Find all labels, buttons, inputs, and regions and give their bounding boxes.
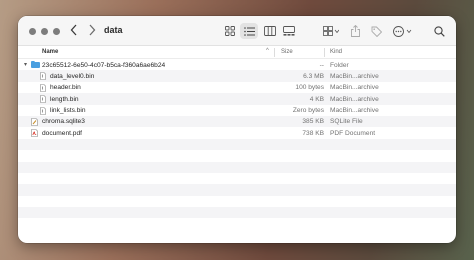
empty-row: [18, 161, 456, 173]
file-size: 385 KB: [302, 118, 324, 126]
file-kind: MacBin...archive: [330, 95, 379, 103]
file-row[interactable]: link_lists.bin Zero bytes MacBin...archi…: [18, 105, 456, 116]
empty-row: [18, 173, 456, 184]
empty-row: [18, 196, 456, 207]
file-row[interactable]: data_level0.bin 6.3 MB MacBin...archive: [18, 70, 456, 82]
file-name: 23c65512-6e50-4c07-b5ca-f360a6ae6b24: [42, 61, 166, 69]
search-icon[interactable]: [433, 23, 445, 39]
file-name: data_level0.bin: [50, 72, 95, 80]
column-header: Name ^ Size Kind: [18, 46, 456, 59]
empty-row: [18, 218, 456, 229]
tag-icon[interactable]: [370, 23, 382, 39]
column-view-icon[interactable]: [263, 23, 277, 39]
file-row[interactable]: ▾ 23c65512-6e50-4c07-b5ca-f360a6ae6b24 -…: [18, 59, 456, 70]
file-size: Zero bytes: [292, 107, 324, 115]
file-kind: PDF Document: [330, 129, 376, 137]
column-divider[interactable]: [274, 48, 275, 57]
share-icon[interactable]: [349, 23, 361, 39]
folder-icon: [31, 61, 40, 70]
file-name: link_lists.bin: [50, 107, 86, 115]
column-kind-header[interactable]: Kind: [330, 49, 342, 55]
file-kind: MacBin...archive: [330, 84, 379, 92]
toolbar: data: [18, 16, 456, 46]
gallery-view-icon[interactable]: [282, 23, 296, 39]
file-row[interactable]: chroma.sqlite3 385 KB SQLite File: [18, 115, 456, 128]
chevron-right-icon[interactable]: [88, 24, 96, 39]
file-kind: SQLite File: [330, 118, 363, 126]
column-name-header[interactable]: Name: [42, 49, 58, 55]
chevron-left-icon[interactable]: [70, 24, 78, 39]
file-name: header.bin: [50, 84, 81, 92]
file-kind: Folder: [330, 61, 349, 69]
empty-row: [18, 207, 456, 219]
file-list: ▾ 23c65512-6e50-4c07-b5ca-f360a6ae6b24 -…: [18, 59, 456, 230]
minimize-window-button[interactable]: [41, 28, 48, 35]
file-kind: MacBin...archive: [330, 107, 379, 115]
file-name: chroma.sqlite3: [42, 118, 85, 126]
icon-view-icon[interactable]: [223, 23, 237, 39]
empty-row: [18, 184, 456, 196]
sort-caret-icon: ^: [266, 48, 269, 54]
empty-row: [18, 138, 456, 151]
disclosure-open-icon[interactable]: ▾: [24, 61, 27, 68]
group-icon[interactable]: [322, 23, 340, 39]
more-icon[interactable]: [392, 23, 414, 39]
file-name: length.bin: [50, 95, 79, 103]
column-divider[interactable]: [324, 48, 325, 57]
file-row[interactable]: document.pdf 738 KB PDF Document: [18, 127, 456, 138]
file-size: 738 KB: [302, 129, 324, 137]
file-kind: MacBin...archive: [330, 72, 379, 80]
file-name: document.pdf: [42, 129, 82, 137]
list-view-icon[interactable]: [240, 23, 258, 39]
empty-row: [18, 150, 456, 161]
file-row[interactable]: length.bin 4 KB MacBin...archive: [18, 93, 456, 105]
file-size: 100 bytes: [295, 84, 324, 92]
finder-window: data Name ^ Size Kind ▾ 23c65512-6e50-4c…: [18, 16, 456, 243]
file-size: --: [319, 61, 324, 69]
file-row[interactable]: header.bin 100 bytes MacBin...archive: [18, 82, 456, 93]
window-title: data: [104, 25, 123, 35]
close-window-button[interactable]: [29, 28, 36, 35]
file-size: 4 KB: [309, 95, 324, 103]
zoom-window-button[interactable]: [53, 28, 60, 35]
file-size: 6.3 MB: [303, 72, 324, 80]
column-size-header[interactable]: Size: [281, 49, 293, 55]
